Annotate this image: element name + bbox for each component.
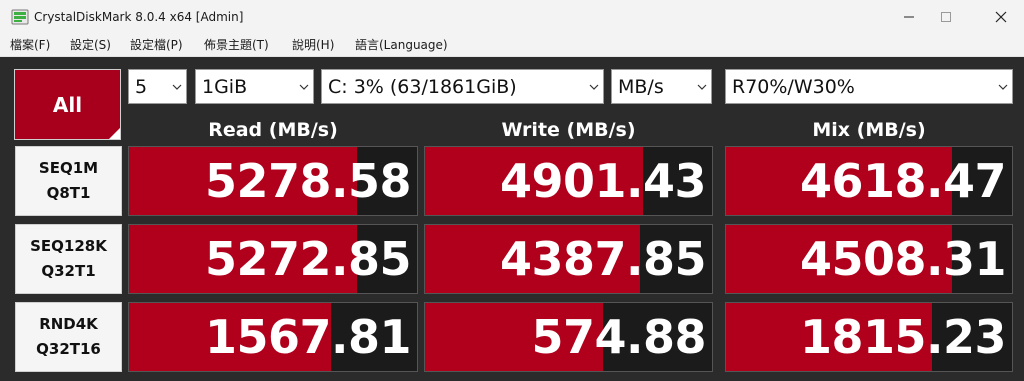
chevron-down-icon [993,70,1012,103]
test-rnd4k-button[interactable]: RND4K Q32T16 [15,302,122,372]
result-cell-write: 4387.85 [424,224,713,294]
mix-value: 4618.47 [799,154,1007,208]
close-button[interactable] [978,0,1024,34]
drive-value: C: 3% (63/1861GiB) [328,76,517,98]
test-name: RND4K [39,315,98,333]
mix-column-header: Mix (MB/s) [812,119,926,141]
write-column-header: Write (MB/s) [501,119,636,141]
unit-value: MB/s [618,76,664,98]
chevron-down-icon [584,70,603,103]
mix-value: 1815.23 [799,310,1007,364]
write-value: 574.88 [531,310,706,364]
write-value: 4901.43 [499,154,707,208]
read-value: 1567.81 [204,310,412,364]
result-cell-read: 5278.58 [128,146,418,216]
result-cell-mix: 4508.31 [725,224,1013,294]
mix-value: 4508.31 [799,232,1007,286]
test-count-value: 5 [135,76,148,98]
result-cell-write: 4901.43 [424,146,713,216]
app-icon [11,9,29,25]
all-button-label: All [52,92,83,117]
all-button[interactable]: All [14,69,121,140]
chevron-down-icon [167,70,186,103]
mix-ratio-value: R70%/W30% [732,76,855,98]
title-bar: CrystalDiskMark 8.0.4 x64 [Admin] [0,0,1024,34]
result-cell-mix: 1815.23 [725,302,1013,372]
close-icon [995,11,1007,23]
test-count-select[interactable]: 5 [128,69,187,104]
result-cell-write: 574.88 [424,302,713,372]
minimize-icon [904,16,914,18]
write-value: 4387.85 [499,232,707,286]
test-seq1m-button[interactable]: SEQ1M Q8T1 [15,146,122,216]
chevron-down-icon [692,70,711,103]
test-size-select[interactable]: 1GiB [195,69,314,104]
test-params: Q32T1 [41,262,96,280]
test-params: Q8T1 [46,184,91,202]
test-name: SEQ1M [38,159,99,177]
unit-select[interactable]: MB/s [611,69,712,104]
read-column-header: Read (MB/s) [208,119,338,141]
read-value: 5278.58 [204,154,412,208]
test-params: Q32T16 [36,340,101,358]
corner-triangle-icon [109,128,120,139]
maximize-button[interactable] [923,0,969,34]
main-panel: All 5 1GiB C: 3% (63/1861GiB) MB/s R70%/… [0,57,1024,381]
mix-ratio-select[interactable]: R70%/W30% [725,69,1013,104]
read-value: 5272.85 [204,232,412,286]
menu-language[interactable]: 語言(Language) [355,37,448,53]
window-title: CrystalDiskMark 8.0.4 x64 [Admin] [34,10,244,24]
test-seq128k-button[interactable]: SEQ128K Q32T1 [15,224,122,294]
test-size-value: 1GiB [202,76,248,98]
menu-profile[interactable]: 設定檔(P) [130,37,183,53]
menu-settings[interactable]: 設定(S) [70,37,111,53]
maximize-icon [941,12,951,22]
chevron-down-icon [294,70,313,103]
result-cell-read: 1567.81 [128,302,418,372]
result-cell-mix: 4618.47 [725,146,1013,216]
menu-bar: 檔案(F) 設定(S) 設定檔(P) 佈景主題(T) 說明(H) 語言(Lang… [0,34,1024,57]
menu-file[interactable]: 檔案(F) [10,37,50,53]
menu-theme[interactable]: 佈景主題(T) [204,37,269,53]
menu-help[interactable]: 說明(H) [292,37,334,53]
drive-select[interactable]: C: 3% (63/1861GiB) [321,69,604,104]
test-name: SEQ128K [30,237,107,255]
result-cell-read: 5272.85 [128,224,418,294]
